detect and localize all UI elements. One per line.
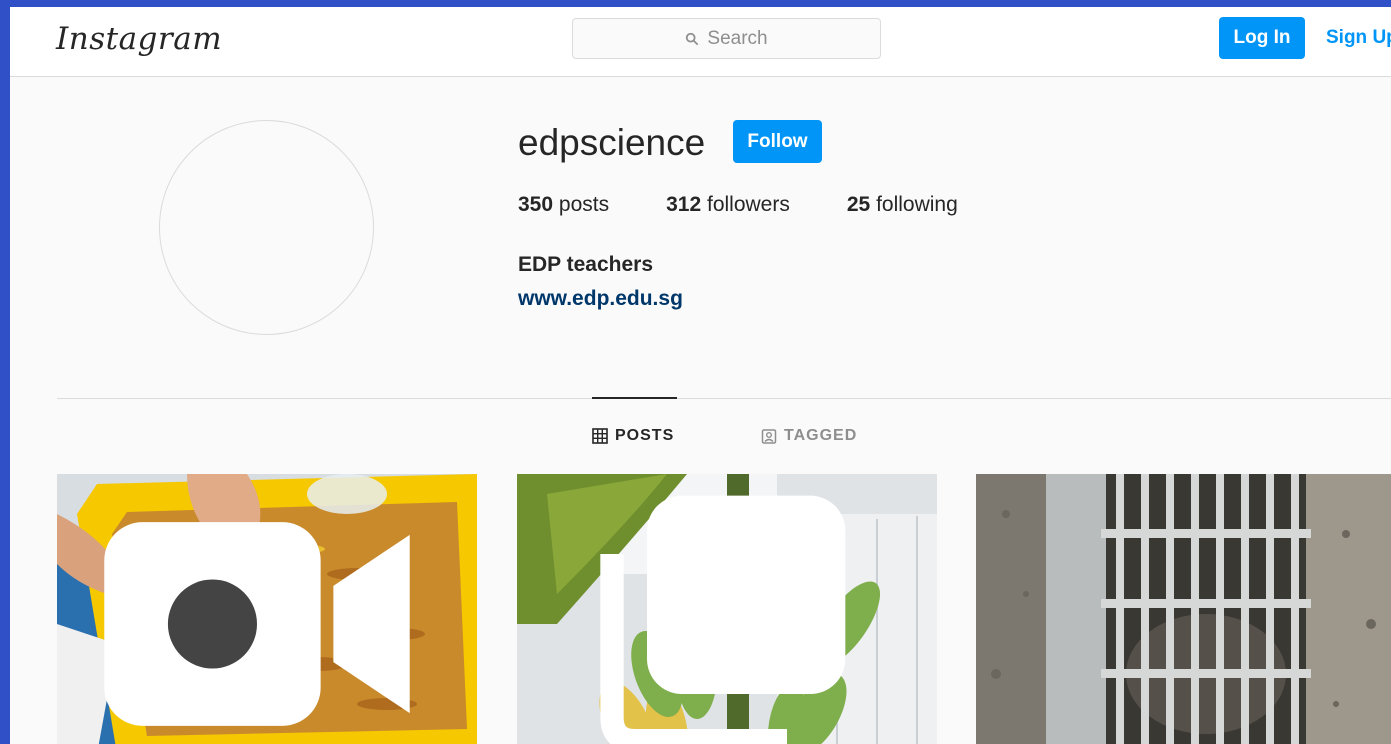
post-thumbnail[interactable]	[57, 474, 477, 744]
instagram-logo[interactable]: Instagram	[56, 21, 222, 57]
bio-name: EDP teachers	[518, 253, 654, 276]
search-input[interactable]: Search	[572, 18, 881, 59]
carousel-icon	[600, 495, 846, 744]
profile-stats: 350 posts 312 followers 25 following	[518, 193, 1015, 217]
tabs-divider	[57, 398, 1391, 399]
stat-posts-label: posts	[558, 193, 610, 216]
profile-username: edpscience	[518, 122, 706, 163]
signup-link[interactable]: Sign Up	[1326, 27, 1391, 49]
search-icon	[686, 32, 699, 45]
follow-button[interactable]: Follow	[733, 120, 822, 163]
active-tab-indicator	[592, 397, 677, 399]
stat-following-count: 25	[846, 193, 871, 216]
tagged-icon	[761, 429, 777, 444]
browser-viewport: Instagram Search Log In Sign Up edpscien…	[10, 7, 1391, 744]
stat-following-label: following	[876, 193, 958, 216]
tab-posts[interactable]: POSTS	[592, 427, 674, 445]
grid-icon	[592, 428, 608, 444]
stat-following[interactable]: 25 following	[847, 193, 958, 217]
video-icon	[104, 522, 410, 726]
tab-tagged-label: TAGGED	[784, 427, 858, 444]
profile-avatar	[159, 120, 374, 335]
stat-posts: 350 posts	[518, 193, 609, 217]
search-placeholder: Search	[707, 27, 768, 49]
post-image-drain-grate	[976, 474, 1391, 744]
tab-tagged[interactable]: TAGGED	[761, 427, 857, 445]
top-navigation-bar: Instagram Search Log In Sign Up	[10, 7, 1391, 77]
stat-followers[interactable]: 312 followers	[666, 193, 790, 217]
stat-followers-label: followers	[706, 193, 790, 216]
stat-posts-count: 350	[518, 193, 554, 216]
post-thumbnail[interactable]	[517, 474, 937, 744]
post-thumbnail[interactable]	[976, 474, 1391, 744]
tab-posts-label: POSTS	[615, 427, 675, 444]
stat-followers-count: 312	[666, 193, 702, 216]
bio-link[interactable]: www.edp.edu.sg	[518, 287, 683, 311]
login-button[interactable]: Log In	[1219, 17, 1305, 59]
